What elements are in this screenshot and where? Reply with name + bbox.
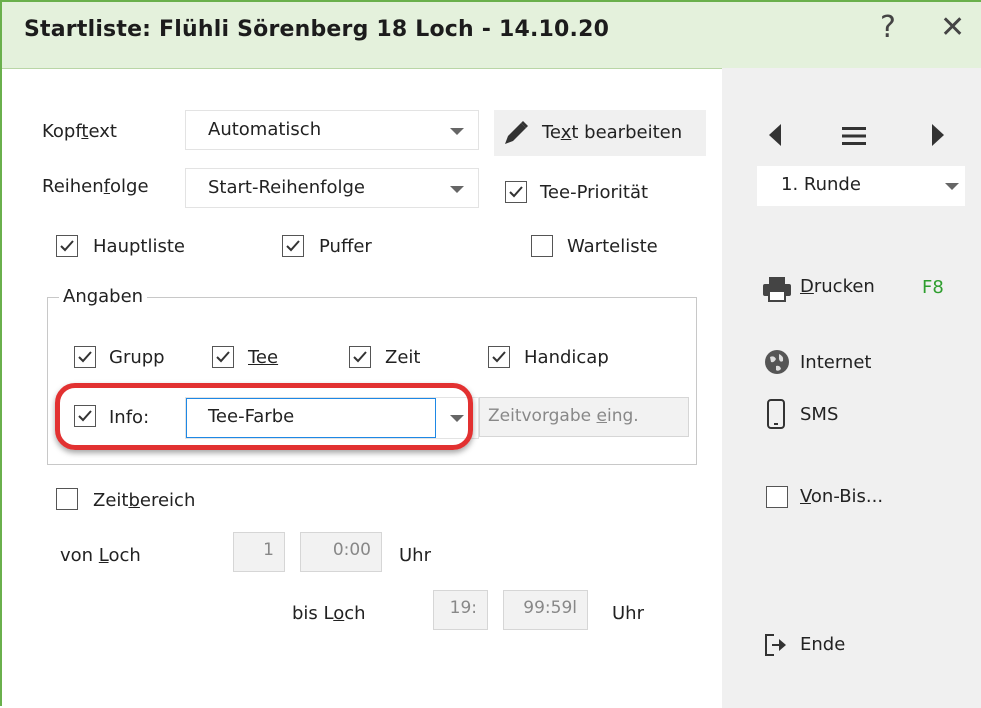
- ende-button[interactable]: Ende: [762, 627, 912, 663]
- zeitbereich-checkbox[interactable]: [56, 488, 78, 510]
- edit-text-label: Text bearbeiten: [542, 122, 683, 143]
- side-panel: [722, 68, 981, 708]
- internet-button[interactable]: Internet: [762, 345, 912, 381]
- pencil-icon: [505, 121, 528, 144]
- grupp-checkbox[interactable]: [74, 346, 96, 368]
- reihenfolge-value: Start-Reihenfolge: [208, 177, 365, 198]
- title-bar: Startliste: Flühli Sörenberg 18 Loch - 1…: [2, 2, 981, 69]
- chevron-down-icon: [945, 183, 959, 190]
- runde-select[interactable]: 1. Runde: [757, 166, 965, 206]
- zeit-label: Zeit: [385, 347, 421, 368]
- hauptliste-checkbox[interactable]: [56, 235, 78, 257]
- highlight-annotation: [55, 383, 473, 450]
- von-bis-label: Von-Bis...: [800, 486, 884, 507]
- next-icon[interactable]: [930, 122, 946, 148]
- check-icon: [353, 351, 367, 363]
- von-bis-checkbox[interactable]: [766, 486, 788, 508]
- bis-loch-unit: Uhr: [612, 603, 644, 624]
- check-icon: [509, 186, 523, 198]
- zeit-checkbox[interactable]: [349, 346, 371, 368]
- von-loch-unit: Uhr: [399, 545, 431, 566]
- close-button[interactable]: ✕: [940, 10, 965, 45]
- hauptliste-label: Hauptliste: [93, 236, 185, 257]
- zeitvorgabe-button[interactable]: Zeitvorgabe eing.: [479, 397, 689, 437]
- previous-icon[interactable]: [767, 122, 783, 148]
- bis-loch-hole-input[interactable]: 19:: [433, 590, 488, 630]
- von-loch-hole-input[interactable]: 1: [233, 532, 285, 572]
- warteliste-checkbox[interactable]: [531, 235, 553, 257]
- von-loch-label: von Loch: [60, 545, 141, 566]
- chevron-down-icon: [450, 186, 464, 193]
- tee-checkbox[interactable]: [212, 346, 234, 368]
- grupp-label: Grupp: [109, 347, 165, 368]
- drucken-shortcut: F8: [922, 277, 944, 298]
- check-icon: [216, 351, 230, 363]
- tee-label: Tee: [248, 347, 279, 368]
- edit-text-button[interactable]: Text bearbeiten: [494, 110, 706, 156]
- check-icon: [492, 351, 506, 363]
- kopftext-select[interactable]: Automatisch: [185, 110, 479, 150]
- kopftext-value: Automatisch: [208, 119, 322, 140]
- tee-prioritaet-checkbox[interactable]: [505, 181, 527, 203]
- printer-icon: [763, 277, 791, 302]
- puffer-label: Puffer: [319, 236, 372, 257]
- kopftext-label: Kopftext: [42, 121, 117, 142]
- warteliste-label: Warteliste: [567, 236, 658, 257]
- bis-loch-time-input[interactable]: 99:59l: [503, 590, 588, 630]
- globe-icon: [765, 350, 789, 374]
- handicap-label: Handicap: [524, 347, 609, 368]
- sms-button[interactable]: SMS: [762, 397, 912, 433]
- drucken-button[interactable]: Drucken F8: [762, 272, 962, 308]
- phone-icon: [767, 399, 785, 429]
- tee-prioritaet-label: Tee-Priorität: [540, 182, 649, 203]
- check-icon: [78, 351, 92, 363]
- chevron-down-icon: [450, 128, 464, 135]
- drucken-label: Drucken: [800, 276, 875, 297]
- menu-icon[interactable]: [842, 126, 866, 146]
- ende-label: Ende: [800, 634, 846, 655]
- sms-label: SMS: [800, 404, 839, 425]
- handicap-checkbox[interactable]: [488, 346, 510, 368]
- puffer-checkbox[interactable]: [282, 235, 304, 257]
- reihenfolge-label: Reihenfolge: [42, 176, 149, 197]
- von-loch-time-input[interactable]: 0:00: [300, 532, 382, 572]
- zeitbereich-label: Zeitbereich: [93, 490, 196, 511]
- dialog-window: Startliste: Flühli Sörenberg 18 Loch - 1…: [0, 0, 981, 708]
- angaben-title: Angaben: [59, 286, 148, 307]
- reihenfolge-select[interactable]: Start-Reihenfolge: [185, 168, 479, 208]
- check-icon: [60, 240, 74, 252]
- bis-loch-label: bis Loch: [292, 603, 366, 624]
- help-button[interactable]: ?: [880, 10, 896, 45]
- check-icon: [286, 240, 300, 252]
- runde-value: 1. Runde: [781, 174, 861, 195]
- window-title: Startliste: Flühli Sörenberg 18 Loch - 1…: [24, 17, 610, 42]
- exit-icon: [765, 634, 786, 656]
- internet-label: Internet: [800, 352, 872, 373]
